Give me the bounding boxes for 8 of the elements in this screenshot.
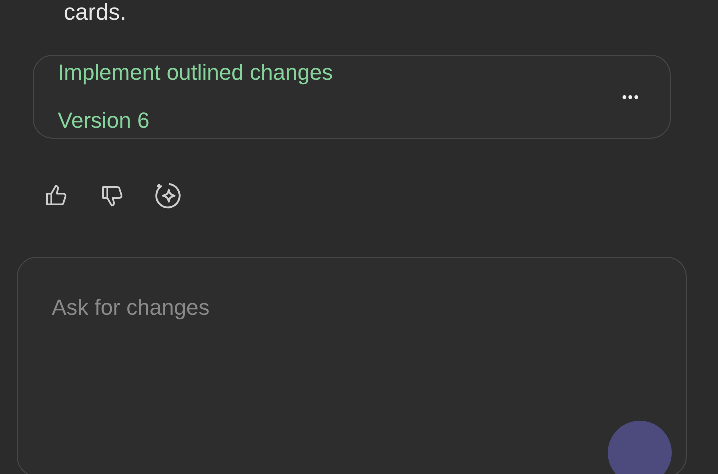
more-options-button[interactable]: ••• <box>616 85 646 109</box>
sparkle-button[interactable] <box>154 181 184 211</box>
sparkle-icon <box>155 182 183 210</box>
artifact-version: Version 6 <box>58 107 151 135</box>
message-text: cards. <box>63 0 128 24</box>
input-field[interactable]: Ask for changes <box>50 294 654 322</box>
artifact-title: Implement outlined changes <box>58 59 334 87</box>
artifact-card[interactable]: Implement outlined changes Version 6 ••• <box>33 55 671 139</box>
